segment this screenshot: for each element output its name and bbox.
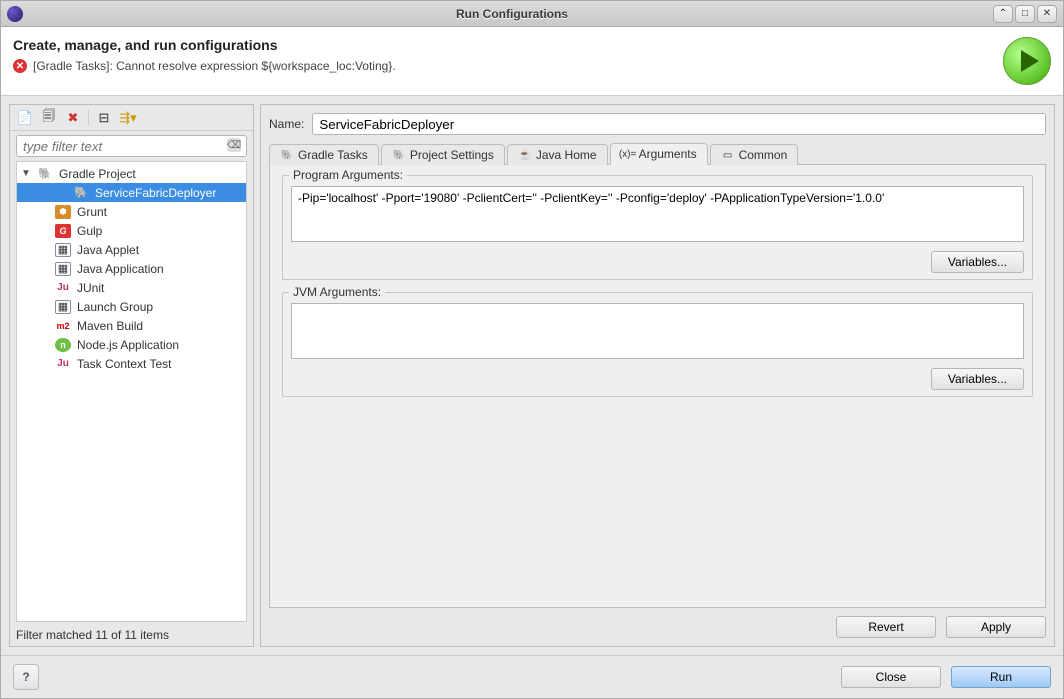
close-window-button[interactable]: ✕ (1037, 5, 1057, 23)
tree-item[interactable]: ▦ Java Application (17, 259, 246, 278)
revert-button[interactable]: Revert (836, 616, 936, 638)
jvm-variables-button[interactable]: Variables... (931, 368, 1024, 390)
collapse-all-button[interactable]: ⊟ (95, 109, 113, 127)
tree-item-label: Node.js Application (77, 338, 179, 352)
configurations-tree[interactable]: ▼ 🐘 Gradle Project 🐘 ServiceFabricDeploye… (16, 161, 247, 622)
tree-item-label: Java Applet (77, 243, 139, 257)
tree-item[interactable]: ⬢ Grunt (17, 202, 246, 221)
tree-item[interactable]: ▦ Launch Group (17, 297, 246, 316)
expand-icon[interactable]: ▼ (21, 168, 31, 179)
tabbar: 🐘 Gradle Tasks 🐘 Project Settings ☕ Java Home… (269, 141, 1046, 165)
tab-arguments[interactable]: (x)= Arguments (610, 143, 708, 165)
ju-icon: Ju (55, 357, 71, 371)
m2-icon: m2 (55, 319, 71, 333)
tab-gradle-tasks[interactable]: 🐘 Gradle Tasks (269, 144, 379, 165)
app-icon (7, 6, 23, 22)
program-arguments-input[interactable] (291, 186, 1024, 242)
tree-item-label: Grunt (77, 205, 107, 219)
tree-item-label: Task Context Test (77, 357, 172, 371)
tab-icon: ▭ (721, 148, 735, 162)
tree-item[interactable]: 🐘 ServiceFabricDeployer (17, 183, 246, 202)
tree-item[interactable]: m2 Maven Build (17, 316, 246, 335)
tab-label: Java Home (536, 148, 597, 162)
name-label: Name: (269, 117, 304, 131)
maximize-button[interactable]: □ (1015, 5, 1035, 23)
tree-item[interactable]: Ju JUnit (17, 278, 246, 297)
tree-item[interactable]: G Gulp (17, 221, 246, 240)
tab-icon: ☕ (518, 148, 532, 162)
tab-label: Arguments (639, 147, 697, 161)
node-icon: n (55, 338, 71, 352)
left-toolbar: 📄 🗐 ✖ ⊟ ⇶▾ (10, 105, 253, 131)
page-title: Create, manage, and run configurations (13, 37, 1003, 53)
tab-label: Gradle Tasks (298, 148, 368, 162)
tab-label: Project Settings (410, 148, 494, 162)
tree-item-label: Java Application (77, 262, 164, 276)
run-configurations-window: Run Configurations ⌃ □ ✕ Create, manage,… (0, 0, 1064, 699)
box-icon: ⬢ (55, 205, 71, 219)
error-message: [Gradle Tasks]: Cannot resolve expressio… (33, 59, 396, 73)
ju-icon: Ju (55, 281, 71, 295)
apply-button[interactable]: Apply (946, 616, 1046, 638)
tree-category-label: Gradle Project (59, 167, 136, 181)
tree-item-label: Maven Build (77, 319, 143, 333)
japp-icon: ▦ (55, 243, 71, 257)
filter-status: Filter matched 11 of 11 items (10, 626, 253, 646)
tree-item-label: Launch Group (77, 300, 153, 314)
run-button[interactable]: Run (951, 666, 1051, 688)
program-arguments-group: Program Arguments: Variables... (282, 175, 1033, 280)
tab-project-settings[interactable]: 🐘 Project Settings (381, 144, 505, 165)
tree-item[interactable]: Ju Task Context Test (17, 354, 246, 373)
jvm-arguments-group: JVM Arguments: Variables... (282, 292, 1033, 397)
jvm-arguments-legend: JVM Arguments: (289, 285, 385, 299)
tree-item[interactable]: n Node.js Application (17, 335, 246, 354)
filter-button[interactable]: ⇶▾ (119, 109, 137, 127)
tree-item-label: ServiceFabricDeployer (95, 186, 216, 200)
help-button[interactable]: ? (13, 664, 39, 690)
tree-category-gradle-project[interactable]: ▼ 🐘 Gradle Project (17, 164, 246, 183)
tab-label: Common (739, 148, 788, 162)
configurations-pane: 📄 🗐 ✖ ⊟ ⇶▾ ⌫ ▼ 🐘 Gradle Project 🐘 Service… (9, 104, 254, 647)
tab-common[interactable]: ▭ Common (710, 144, 799, 165)
gradle-icon: 🐘 (37, 167, 53, 181)
gradle-icon: 🐘 (73, 186, 89, 200)
jvm-arguments-input[interactable] (291, 303, 1024, 359)
error-icon: ✕ (13, 59, 27, 73)
new-config-button[interactable]: 📄 (16, 109, 34, 127)
program-arguments-legend: Program Arguments: (289, 168, 407, 182)
minimize-button[interactable]: ⌃ (993, 5, 1013, 23)
g-icon: G (55, 224, 71, 238)
delete-config-button[interactable]: ✖ (64, 109, 82, 127)
filter-input[interactable] (16, 135, 247, 157)
close-button[interactable]: Close (841, 666, 941, 688)
run-logo-icon (1003, 37, 1051, 85)
tab-java-home[interactable]: ☕ Java Home (507, 144, 608, 165)
tab-icon: 🐘 (280, 148, 294, 162)
program-variables-button[interactable]: Variables... (931, 251, 1024, 273)
footer: ? Close Run (1, 655, 1063, 698)
tree-item[interactable]: ▦ Java Applet (17, 240, 246, 259)
tree-item-label: Gulp (77, 224, 102, 238)
tab-icon: 🐘 (392, 148, 406, 162)
header-panel: Create, manage, and run configurations ✕… (1, 27, 1063, 96)
name-input[interactable] (312, 113, 1046, 135)
clear-filter-button[interactable]: ⌫ (227, 138, 241, 152)
japp-icon: ▦ (55, 300, 71, 314)
config-editor-pane: Name: 🐘 Gradle Tasks 🐘 Project Settings ☕ Jav… (260, 104, 1055, 647)
body-area: 📄 🗐 ✖ ⊟ ⇶▾ ⌫ ▼ 🐘 Gradle Project 🐘 Service… (1, 96, 1063, 655)
titlebar[interactable]: Run Configurations ⌃ □ ✕ (1, 1, 1063, 27)
tab-icon: (x)= (621, 147, 635, 161)
duplicate-config-button[interactable]: 🗐 (40, 109, 58, 127)
toolbar-separator (88, 110, 89, 126)
arguments-tab-body: Program Arguments: Variables... JVM Argu… (269, 165, 1046, 608)
window-title: Run Configurations (31, 7, 993, 21)
tree-item-label: JUnit (77, 281, 104, 295)
japp-icon: ▦ (55, 262, 71, 276)
